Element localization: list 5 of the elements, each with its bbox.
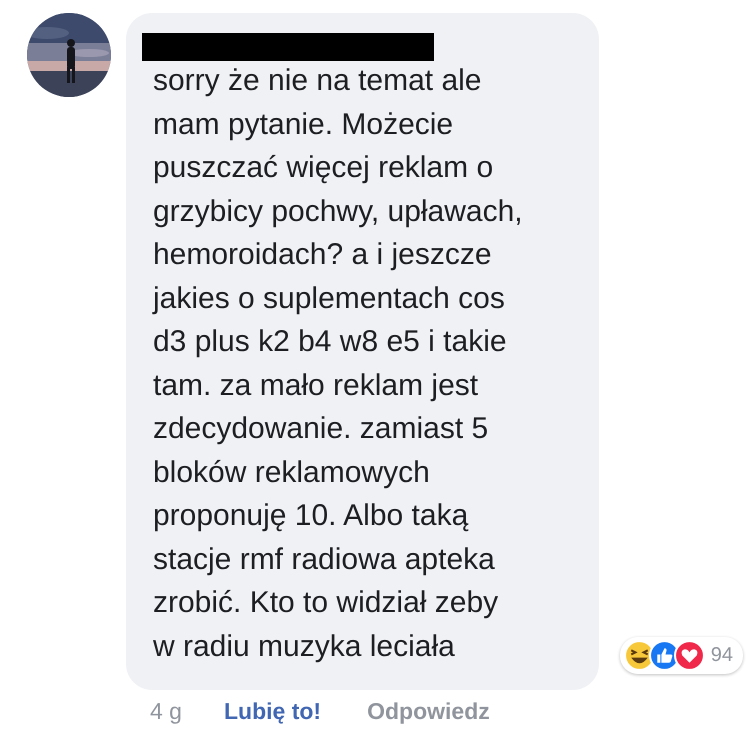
reply-link[interactable]: Odpowiedz [367,698,490,725]
like-link[interactable]: Lubię to! [224,698,322,725]
comment-text: sorry że nie na temat ale mam pytanie. Możecie puszczać więcej reklam o grzybicy pochwy, upławach, hemoroidach? a i jeszcze jakies o suplementach cos d3 plus k2 b4 w8 e5 i takie tam. za mało reklam jest zdecydowanie. zamiast 5 bloków reklamowych proponuję 10. Albo taką stacje rmf radiowa apteka zrobić. Kto to widział zeby w radiu muzyka leciała [153,63,524,664]
comment-time: 4 g [150,698,182,725]
reaction-count: 94 [710,644,733,667]
